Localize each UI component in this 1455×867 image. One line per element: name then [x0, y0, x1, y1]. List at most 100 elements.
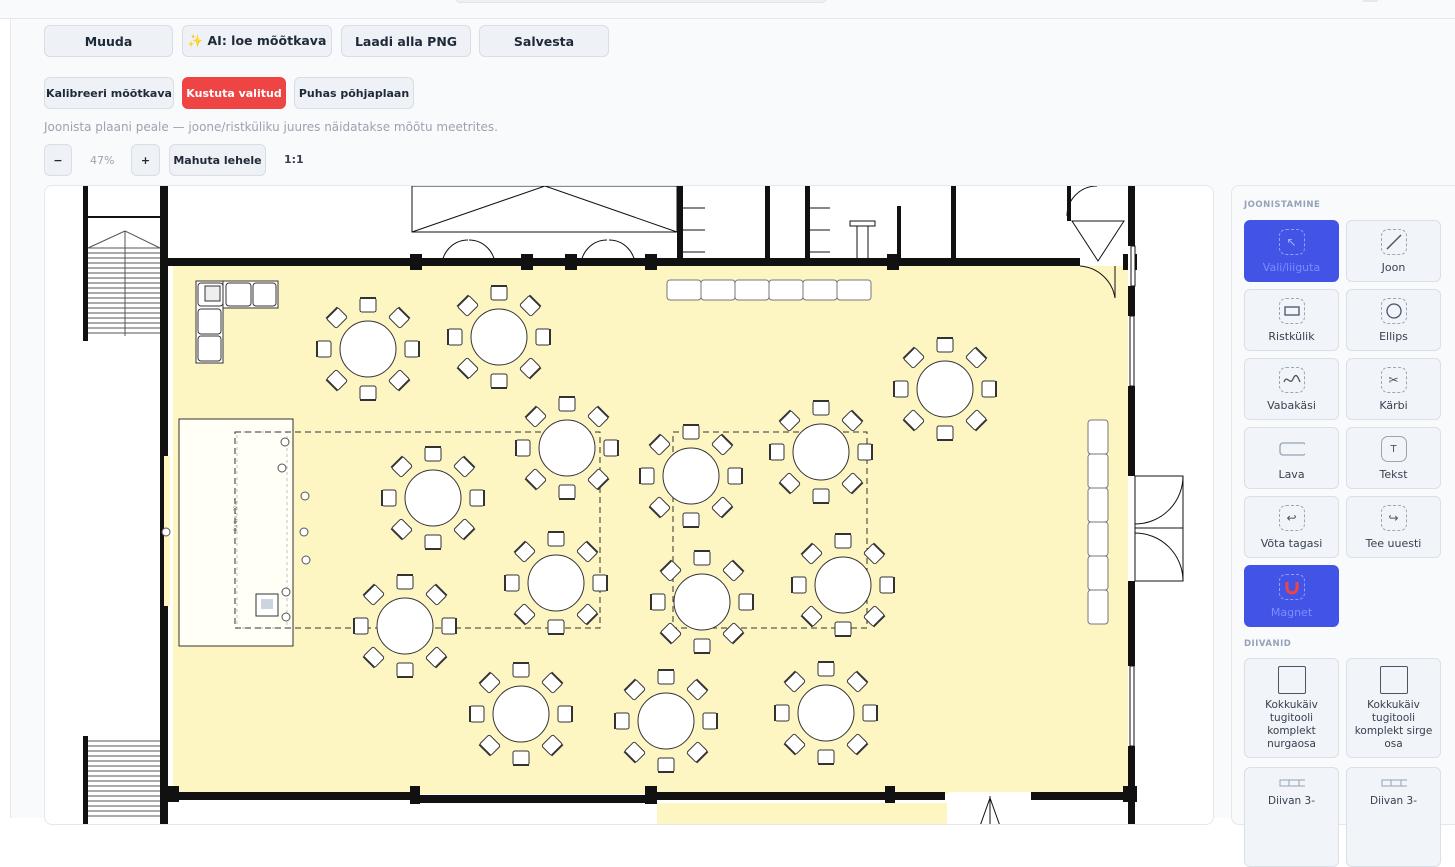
chair[interactable]	[657, 669, 675, 685]
chair[interactable]	[817, 749, 835, 765]
chair[interactable]	[469, 489, 485, 507]
edit-button[interactable]: Muuda	[44, 25, 173, 57]
chair[interactable]	[657, 757, 675, 773]
chair[interactable]	[857, 443, 873, 461]
clear-plan-button[interactable]: Puhas põhjaplaan	[294, 77, 414, 109]
ai-read-scale-button[interactable]: ✨ AI: loe mõõtkava	[182, 25, 332, 57]
chair[interactable]	[512, 662, 530, 678]
top-corner-control[interactable]	[1362, 0, 1378, 2]
tool-crop[interactable]: ✂ Kärbi	[1346, 358, 1441, 420]
tool-redo[interactable]: ↪ Tee uuesti	[1346, 496, 1441, 558]
chair[interactable]	[592, 574, 608, 592]
chair[interactable]	[603, 439, 619, 457]
table-top[interactable]	[814, 556, 872, 614]
chair[interactable]	[774, 704, 790, 722]
chair[interactable]	[447, 328, 463, 346]
chair[interactable]	[469, 705, 485, 723]
chair[interactable]	[353, 617, 369, 635]
table-top[interactable]	[673, 573, 731, 631]
chair[interactable]	[981, 380, 997, 398]
chair[interactable]	[727, 467, 743, 485]
chair[interactable]	[381, 489, 397, 507]
table-top[interactable]	[339, 320, 397, 378]
chair[interactable]	[441, 617, 457, 635]
chair[interactable]	[893, 380, 909, 398]
download-png-button[interactable]: Laadi alla PNG	[341, 25, 471, 57]
table-top[interactable]	[637, 692, 695, 750]
table-top[interactable]	[470, 308, 528, 366]
table-top[interactable]	[376, 597, 434, 655]
chair[interactable]	[535, 328, 551, 346]
table-top[interactable]	[527, 554, 585, 612]
table-top[interactable]	[916, 360, 974, 418]
save-button[interactable]: Salvesta	[479, 25, 609, 57]
table-top[interactable]	[792, 423, 850, 481]
chair[interactable]	[650, 593, 666, 611]
chair[interactable]	[812, 400, 830, 416]
tool-select-move[interactable]: ↖ Vali/liiguta	[1244, 220, 1339, 282]
tool-text[interactable]: T Tekst	[1346, 427, 1441, 489]
chair[interactable]	[404, 340, 420, 358]
chair[interactable]	[791, 576, 807, 594]
chair[interactable]	[547, 619, 565, 635]
chair[interactable]	[490, 285, 508, 301]
sofa-corner-item[interactable]: Kokkukäiv tugitooli komplekt nurgaosa	[1244, 658, 1339, 758]
chair[interactable]	[490, 373, 508, 389]
chair[interactable]	[834, 621, 852, 637]
floorplan-drawing[interactable]: 8 x 4 m • 32 m²	[45, 186, 1214, 825]
tool-stage[interactable]: Lava	[1244, 427, 1339, 489]
tool-undo[interactable]: ↩ Võta tagasi	[1244, 496, 1339, 558]
chair[interactable]	[682, 512, 700, 528]
zoom-out-button[interactable]: −	[44, 144, 72, 176]
tool-magnet[interactable]: Magnet	[1244, 565, 1339, 627]
tool-rectangle[interactable]: Ristkülik	[1244, 289, 1339, 351]
chair[interactable]	[512, 750, 530, 766]
chair[interactable]	[614, 712, 630, 730]
chair[interactable]	[639, 467, 655, 485]
chair[interactable]	[316, 340, 332, 358]
chair[interactable]	[812, 488, 830, 504]
zoom-in-button[interactable]: +	[131, 144, 160, 176]
table-top[interactable]	[797, 684, 855, 742]
table-top[interactable]	[492, 685, 550, 743]
chair[interactable]	[558, 396, 576, 412]
table-top[interactable]	[538, 419, 596, 477]
top-search-field[interactable]	[455, 0, 827, 3]
chair[interactable]	[557, 705, 573, 723]
chair[interactable]	[359, 297, 377, 313]
table-top[interactable]	[662, 447, 720, 505]
chair[interactable]	[682, 424, 700, 440]
tool-line[interactable]: Joon	[1346, 220, 1441, 282]
chair[interactable]	[693, 550, 711, 566]
chair[interactable]	[424, 446, 442, 462]
tool-ellipse[interactable]: Ellips	[1346, 289, 1441, 351]
delete-selected-button[interactable]: Kustuta valitud	[182, 77, 286, 109]
sofa-straight-item[interactable]: Kokkukäiv tugitooli komplekt sirge osa	[1346, 658, 1441, 758]
chair[interactable]	[862, 704, 878, 722]
sofa-3-item[interactable]: Diivan 3-	[1244, 767, 1339, 867]
chair[interactable]	[879, 576, 895, 594]
chair[interactable]	[834, 533, 852, 549]
chair[interactable]	[515, 439, 531, 457]
chair[interactable]	[547, 531, 565, 547]
chair[interactable]	[936, 425, 954, 441]
actual-size-button[interactable]: 1:1	[284, 153, 304, 166]
chair[interactable]	[504, 574, 520, 592]
chair[interactable]	[817, 661, 835, 677]
floorplan-canvas[interactable]: 8 x 4 m • 32 m²	[44, 185, 1214, 825]
tool-freehand[interactable]: Vabakäsi	[1244, 358, 1339, 420]
table-top[interactable]	[404, 469, 462, 527]
chair[interactable]	[424, 534, 442, 550]
sofa-3-item-b[interactable]: Diivan 3-	[1346, 767, 1441, 867]
chair[interactable]	[769, 443, 785, 461]
chair[interactable]	[359, 385, 377, 401]
chair[interactable]	[396, 574, 414, 590]
chair[interactable]	[738, 593, 754, 611]
fit-to-page-button[interactable]: Mahuta lehele	[169, 144, 266, 176]
chair[interactable]	[558, 484, 576, 500]
chair[interactable]	[693, 638, 711, 654]
chair[interactable]	[936, 337, 954, 353]
chair[interactable]	[702, 712, 718, 730]
calibrate-scale-button[interactable]: Kalibreeri mõõtkava	[44, 77, 174, 109]
chair[interactable]	[396, 662, 414, 678]
